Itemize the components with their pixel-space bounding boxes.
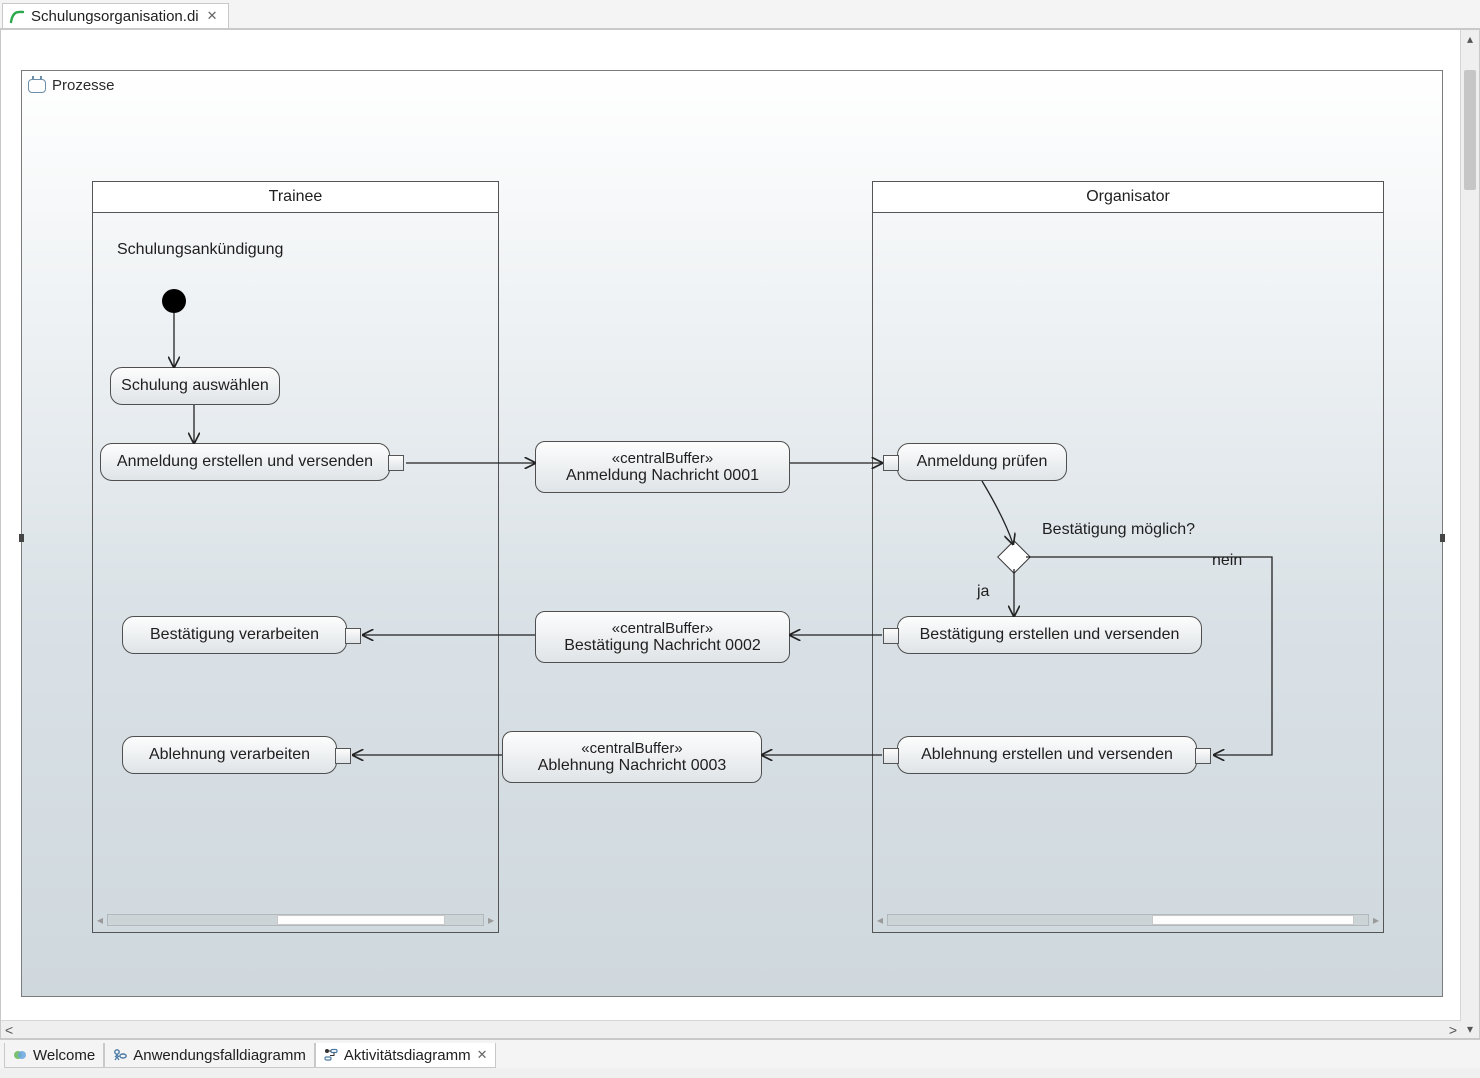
stereotype-label: «centralBuffer» <box>612 450 713 467</box>
action-create-confirmation[interactable]: Bestätigung erstellen und versenden <box>897 616 1202 654</box>
vertical-scroll-thumb[interactable] <box>1464 70 1476 190</box>
buffer-msg3[interactable]: «centralBuffer» Ablehnung Nachricht 0003 <box>502 731 762 783</box>
close-icon[interactable]: ✕ <box>205 8 220 24</box>
action-select-training-label: Schulung auswählen <box>121 377 269 395</box>
label-announcement[interactable]: Schulungsankündigung <box>117 241 283 259</box>
buffer-msg2[interactable]: «centralBuffer» Bestätigung Nachricht 00… <box>535 611 790 663</box>
input-pin[interactable] <box>335 748 351 764</box>
action-process-rejection[interactable]: Ablehnung verarbeiten <box>122 736 337 774</box>
editor-tabstrip: Schulungsorganisation.di ✕ <box>0 0 1480 29</box>
activity-diagram-icon <box>324 1048 338 1062</box>
bottom-tab-activity-label: Aktivitätsdiagramm <box>344 1047 471 1064</box>
action-check-registration[interactable]: Anmeldung prüfen <box>897 443 1067 481</box>
resize-handle-right[interactable] <box>1440 534 1445 542</box>
output-pin[interactable] <box>388 455 404 471</box>
action-process-confirmation[interactable]: Bestätigung verarbeiten <box>122 616 347 654</box>
bottom-tab-usecase-label: Anwendungsfalldiagramm <box>133 1047 306 1064</box>
swimlane-organisator-title: Organisator <box>1086 188 1170 205</box>
bottom-tab-usecase[interactable]: Anwendungsfalldiagramm <box>104 1043 315 1068</box>
scroll-right-icon[interactable]: ▸ <box>1373 913 1379 927</box>
scroll-up-icon[interactable]: ▴ <box>1461 30 1479 48</box>
action-create-rejection[interactable]: Ablehnung erstellen und versenden <box>897 736 1197 774</box>
guard-yes[interactable]: ja <box>977 583 989 601</box>
vertical-scrollbar[interactable]: ▴ ▾ <box>1460 30 1479 1038</box>
buffer-msg1-label: Anmeldung Nachricht 0001 <box>566 467 759 485</box>
frame-title: Prozesse <box>28 77 115 94</box>
welcome-icon <box>13 1048 27 1062</box>
action-process-rejection-label: Ablehnung verarbeiten <box>149 746 310 764</box>
diagram-editor[interactable]: Prozesse Trainee ◂ ▸ Organisator ◂ <box>0 29 1480 1039</box>
action-process-confirmation-label: Bestätigung verarbeiten <box>150 626 319 644</box>
close-icon[interactable]: ✕ <box>477 1047 488 1063</box>
horizontal-scrollbar[interactable]: < > <box>1 1020 1461 1038</box>
guard-no[interactable]: nein <box>1212 552 1242 570</box>
buffer-msg3-label: Ablehnung Nachricht 0003 <box>538 757 727 775</box>
lane-scroll-track[interactable] <box>107 914 484 926</box>
activity-icon <box>28 79 46 93</box>
lane-scroll-trainee[interactable]: ◂ ▸ <box>97 912 494 928</box>
lane-scroll-organisator[interactable]: ◂ ▸ <box>877 912 1379 928</box>
activity-frame[interactable]: Prozesse Trainee ◂ ▸ Organisator ◂ <box>21 70 1443 997</box>
swimlane-trainee-header[interactable]: Trainee <box>93 182 498 213</box>
editor-tab-title: Schulungsorganisation.di <box>31 8 199 25</box>
scroll-left-icon[interactable]: < <box>5 1022 13 1038</box>
resize-handle-left[interactable] <box>19 534 24 542</box>
buffer-msg2-label: Bestätigung Nachricht 0002 <box>564 637 761 655</box>
papyrus-file-icon <box>9 8 25 24</box>
action-create-registration[interactable]: Anmeldung erstellen und versenden <box>100 443 390 481</box>
bottom-tabstrip: Welcome Anwendungsfalldiagramm Aktivität… <box>0 1039 1480 1068</box>
lane-scroll-thumb[interactable] <box>1152 915 1354 925</box>
swimlane-organisator[interactable]: Organisator ◂ ▸ <box>872 181 1384 933</box>
input-pin[interactable] <box>1195 748 1211 764</box>
editor-tab[interactable]: Schulungsorganisation.di ✕ <box>2 3 229 28</box>
action-create-confirmation-label: Bestätigung erstellen und versenden <box>920 626 1180 644</box>
bottom-tab-welcome-label: Welcome <box>33 1047 95 1064</box>
swimlane-trainee[interactable]: Trainee ◂ ▸ <box>92 181 499 933</box>
lane-scroll-thumb[interactable] <box>277 915 446 925</box>
stereotype-label: «centralBuffer» <box>612 620 713 637</box>
buffer-msg1[interactable]: «centralBuffer» Anmeldung Nachricht 0001 <box>535 441 790 493</box>
output-pin[interactable] <box>883 748 899 764</box>
action-create-rejection-label: Ablehnung erstellen und versenden <box>921 746 1173 764</box>
scroll-right-icon[interactable]: > <box>1449 1022 1457 1038</box>
frame-title-text: Prozesse <box>52 77 115 94</box>
usecase-icon <box>113 1048 127 1062</box>
action-check-registration-label: Anmeldung prüfen <box>917 453 1048 471</box>
scroll-left-icon[interactable]: ◂ <box>877 913 883 927</box>
bottom-tab-activity[interactable]: Aktivitätsdiagramm ✕ <box>315 1043 497 1068</box>
scroll-right-icon[interactable]: ▸ <box>488 913 494 927</box>
bottom-tab-welcome[interactable]: Welcome <box>4 1043 104 1068</box>
input-pin[interactable] <box>345 628 361 644</box>
scroll-left-icon[interactable]: ◂ <box>97 913 103 927</box>
stereotype-label: «centralBuffer» <box>581 740 682 757</box>
initial-node[interactable] <box>162 289 186 313</box>
output-pin[interactable] <box>883 628 899 644</box>
action-select-training[interactable]: Schulung auswählen <box>110 367 280 405</box>
lane-scroll-track[interactable] <box>887 914 1369 926</box>
swimlane-trainee-title: Trainee <box>269 188 323 205</box>
action-create-registration-label: Anmeldung erstellen und versenden <box>117 453 373 471</box>
swimlane-organisator-header[interactable]: Organisator <box>873 182 1383 213</box>
input-pin[interactable] <box>883 455 899 471</box>
scroll-down-icon[interactable]: ▾ <box>1461 1020 1479 1038</box>
label-decision-question[interactable]: Bestätigung möglich? <box>1042 521 1195 539</box>
